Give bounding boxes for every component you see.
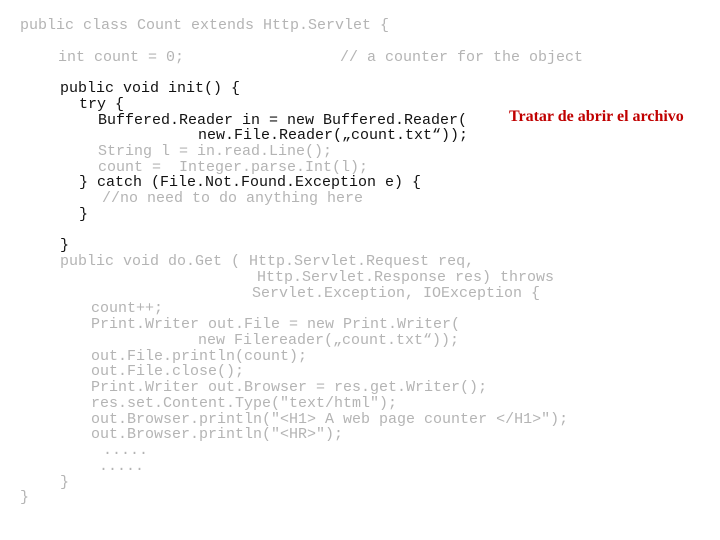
code-line: res.set.Content.Type("text/html"); — [91, 395, 398, 412]
code-line: public void init() { — [60, 80, 241, 97]
code-line: out.File.close(); — [91, 363, 245, 380]
code-line: try { — [79, 96, 125, 113]
code-comment: //no need to do anything here — [102, 190, 364, 207]
code-line: } — [79, 206, 89, 223]
code-line: int count = 0; — [58, 49, 185, 66]
code-line: } catch (File.Not.Found.Exception e) { — [79, 174, 422, 191]
code-line: Print.Writer out.File = new Print.Writer… — [91, 316, 461, 333]
code-line: Print.Writer out.Browser = res.get.Write… — [91, 379, 488, 396]
code-line: } — [60, 474, 70, 491]
code-line: public void do.Get ( Http.Servlet.Reques… — [60, 253, 475, 270]
annotation-note: Tratar de abrir el archivo — [509, 108, 684, 125]
code-line: } — [60, 237, 70, 254]
code-line: out.Browser.println("<HR>"); — [91, 426, 344, 443]
code-line: new Filereader(„count.txt“)); — [198, 332, 460, 349]
code-line: Http.Servlet.Response res) throws — [257, 269, 555, 286]
code-line: new.File.Reader(„count.txt“)); — [198, 127, 469, 144]
code-ellipsis: ..... — [103, 442, 149, 459]
code-line: String l = in.read.Line(); — [98, 143, 333, 160]
code-line: } — [20, 489, 30, 506]
code-line: Servlet.Exception, IOException { — [252, 285, 541, 302]
code-ellipsis: ..... — [99, 458, 145, 475]
code-comment: // a counter for the object — [340, 49, 584, 66]
code-line: public class Count extends Http.Servlet … — [20, 17, 390, 34]
code-line: count++; — [91, 300, 164, 317]
